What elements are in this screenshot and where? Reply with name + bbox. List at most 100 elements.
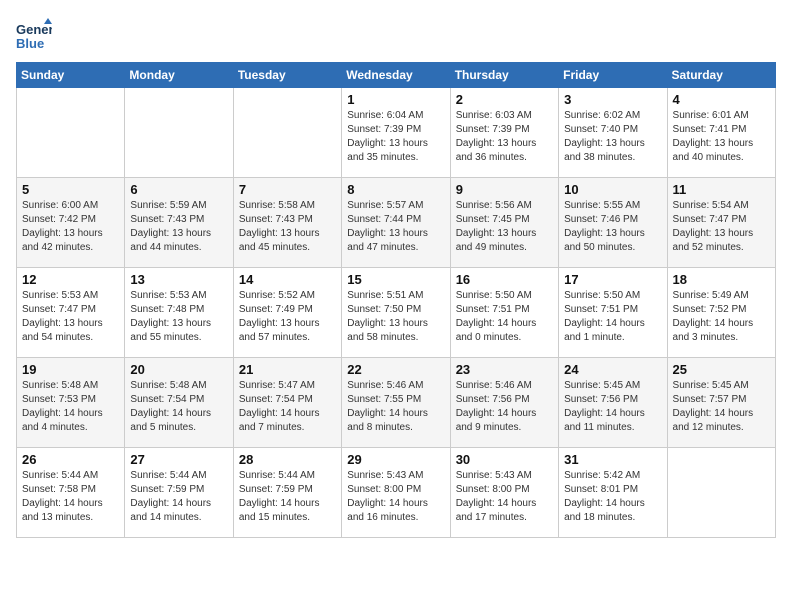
day-number: 29: [347, 452, 444, 467]
day-number: 9: [456, 182, 553, 197]
calendar-table: SundayMondayTuesdayWednesdayThursdayFrid…: [16, 62, 776, 538]
calendar-cell: 10 Sunrise: 5:55 AMSunset: 7:46 PMDayligh…: [559, 178, 667, 268]
day-info: Sunrise: 5:42 AMSunset: 8:01 PMDaylight:…: [564, 469, 661, 525]
day-info: Sunrise: 5:43 AMSunset: 8:00 PMDaylight:…: [347, 469, 444, 525]
calendar-cell: 15 Sunrise: 5:51 AMSunset: 7:50 PMDayligh…: [342, 268, 450, 358]
calendar-cell: 17Sunrise: 5:50 AMSunset: 7:51 PMDayligh…: [559, 268, 667, 358]
weekday-header-monday: Monday: [125, 63, 233, 88]
calendar-cell: 13Sunrise: 5:53 AMSunset: 7:48 PMDayligh…: [125, 268, 233, 358]
calendar-cell: 5 Sunrise: 6:00 AMSunset: 7:42 PMDaylight…: [17, 178, 125, 268]
day-number: 1: [347, 92, 444, 107]
calendar-cell: 20Sunrise: 5:48 AMSunset: 7:54 PMDayligh…: [125, 358, 233, 448]
day-info: Sunrise: 5:46 AMSunset: 7:56 PMDaylight:…: [456, 379, 553, 435]
weekday-header-thursday: Thursday: [450, 63, 558, 88]
day-number: 19: [22, 362, 119, 377]
day-number: 20: [130, 362, 227, 377]
day-info: Sunrise: 5:53 AMSunset: 7:47 PMDaylight:…: [22, 289, 119, 345]
day-info: Sunrise: 5:48 AMSunset: 7:53 PMDaylight:…: [22, 379, 119, 435]
calendar-cell: 22 Sunrise: 5:46 AMSunset: 7:55 PMDayligh…: [342, 358, 450, 448]
day-number: 18: [673, 272, 770, 287]
calendar-cell: 30Sunrise: 5:43 AMSunset: 8:00 PMDayligh…: [450, 448, 558, 538]
calendar-cell: 18 Sunrise: 5:49 AMSunset: 7:52 PMDayligh…: [667, 268, 775, 358]
logo: General Blue: [16, 16, 56, 52]
day-number: 30: [456, 452, 553, 467]
day-info: Sunrise: 5:55 AMSunset: 7:46 PMDaylight:…: [564, 199, 661, 255]
calendar-cell: 2 Sunrise: 6:03 AMSunset: 7:39 PMDaylight…: [450, 88, 558, 178]
calendar-cell: 28Sunrise: 5:44 AMSunset: 7:59 PMDayligh…: [233, 448, 341, 538]
calendar-cell: 19 Sunrise: 5:48 AMSunset: 7:53 PMDayligh…: [17, 358, 125, 448]
day-info: Sunrise: 6:03 AMSunset: 7:39 PMDaylight:…: [456, 109, 553, 165]
day-info: Sunrise: 5:53 AMSunset: 7:48 PMDaylight:…: [130, 289, 227, 345]
calendar-cell: 8 Sunrise: 5:57 AMSunset: 7:44 PMDaylight…: [342, 178, 450, 268]
day-number: 21: [239, 362, 336, 377]
day-info: Sunrise: 5:44 AMSunset: 7:59 PMDaylight:…: [130, 469, 227, 525]
calendar-cell: 9 Sunrise: 5:56 AMSunset: 7:45 PMDaylight…: [450, 178, 558, 268]
calendar-week-5: 26 Sunrise: 5:44 AMSunset: 7:58 PMDayligh…: [17, 448, 776, 538]
calendar-cell: 23 Sunrise: 5:46 AMSunset: 7:56 PMDayligh…: [450, 358, 558, 448]
day-number: 5: [22, 182, 119, 197]
day-number: 2: [456, 92, 553, 107]
day-number: 4: [673, 92, 770, 107]
svg-text:General: General: [16, 22, 52, 37]
day-number: 16: [456, 272, 553, 287]
calendar-week-3: 12Sunrise: 5:53 AMSunset: 7:47 PMDayligh…: [17, 268, 776, 358]
calendar-cell: 27Sunrise: 5:44 AMSunset: 7:59 PMDayligh…: [125, 448, 233, 538]
day-number: 3: [564, 92, 661, 107]
page-header: General Blue: [16, 16, 776, 52]
weekday-header-saturday: Saturday: [667, 63, 775, 88]
day-number: 22: [347, 362, 444, 377]
day-number: 23: [456, 362, 553, 377]
svg-text:Blue: Blue: [16, 36, 44, 51]
calendar-cell: 12Sunrise: 5:53 AMSunset: 7:47 PMDayligh…: [17, 268, 125, 358]
calendar-cell: [17, 88, 125, 178]
day-number: 7: [239, 182, 336, 197]
day-info: Sunrise: 5:56 AMSunset: 7:45 PMDaylight:…: [456, 199, 553, 255]
weekday-header-tuesday: Tuesday: [233, 63, 341, 88]
day-number: 31: [564, 452, 661, 467]
calendar-cell: 31 Sunrise: 5:42 AMSunset: 8:01 PMDayligh…: [559, 448, 667, 538]
day-number: 14: [239, 272, 336, 287]
calendar-week-2: 5 Sunrise: 6:00 AMSunset: 7:42 PMDaylight…: [17, 178, 776, 268]
day-info: Sunrise: 5:50 AMSunset: 7:51 PMDaylight:…: [564, 289, 661, 345]
weekday-header-wednesday: Wednesday: [342, 63, 450, 88]
day-number: 24: [564, 362, 661, 377]
calendar-cell: 29 Sunrise: 5:43 AMSunset: 8:00 PMDayligh…: [342, 448, 450, 538]
day-info: Sunrise: 5:51 AMSunset: 7:50 PMDaylight:…: [347, 289, 444, 345]
day-number: 26: [22, 452, 119, 467]
weekday-header-row: SundayMondayTuesdayWednesdayThursdayFrid…: [17, 63, 776, 88]
calendar-cell: 24 Sunrise: 5:45 AMSunset: 7:56 PMDayligh…: [559, 358, 667, 448]
day-info: Sunrise: 6:04 AMSunset: 7:39 PMDaylight:…: [347, 109, 444, 165]
day-number: 15: [347, 272, 444, 287]
day-info: Sunrise: 5:47 AMSunset: 7:54 PMDaylight:…: [239, 379, 336, 435]
calendar-cell: [233, 88, 341, 178]
day-number: 8: [347, 182, 444, 197]
day-number: 11: [673, 182, 770, 197]
day-info: Sunrise: 5:49 AMSunset: 7:52 PMDaylight:…: [673, 289, 770, 345]
day-info: Sunrise: 6:00 AMSunset: 7:42 PMDaylight:…: [22, 199, 119, 255]
calendar-cell: 3 Sunrise: 6:02 AMSunset: 7:40 PMDaylight…: [559, 88, 667, 178]
day-info: Sunrise: 5:44 AMSunset: 7:59 PMDaylight:…: [239, 469, 336, 525]
calendar-cell: 21 Sunrise: 5:47 AMSunset: 7:54 PMDayligh…: [233, 358, 341, 448]
day-info: Sunrise: 5:44 AMSunset: 7:58 PMDaylight:…: [22, 469, 119, 525]
day-info: Sunrise: 5:45 AMSunset: 7:57 PMDaylight:…: [673, 379, 770, 435]
day-info: Sunrise: 5:57 AMSunset: 7:44 PMDaylight:…: [347, 199, 444, 255]
weekday-header-friday: Friday: [559, 63, 667, 88]
calendar-cell: [125, 88, 233, 178]
calendar-week-1: 1 Sunrise: 6:04 AMSunset: 7:39 PMDaylight…: [17, 88, 776, 178]
day-info: Sunrise: 5:45 AMSunset: 7:56 PMDaylight:…: [564, 379, 661, 435]
calendar-cell: 7 Sunrise: 5:58 AMSunset: 7:43 PMDaylight…: [233, 178, 341, 268]
day-number: 25: [673, 362, 770, 377]
day-info: Sunrise: 5:58 AMSunset: 7:43 PMDaylight:…: [239, 199, 336, 255]
day-info: Sunrise: 5:46 AMSunset: 7:55 PMDaylight:…: [347, 379, 444, 435]
day-info: Sunrise: 5:50 AMSunset: 7:51 PMDaylight:…: [456, 289, 553, 345]
day-number: 10: [564, 182, 661, 197]
logo-icon: General Blue: [16, 16, 52, 52]
day-info: Sunrise: 6:02 AMSunset: 7:40 PMDaylight:…: [564, 109, 661, 165]
weekday-header-sunday: Sunday: [17, 63, 125, 88]
calendar-cell: 26 Sunrise: 5:44 AMSunset: 7:58 PMDayligh…: [17, 448, 125, 538]
calendar-cell: 11Sunrise: 5:54 AMSunset: 7:47 PMDayligh…: [667, 178, 775, 268]
calendar-cell: 14Sunrise: 5:52 AMSunset: 7:49 PMDayligh…: [233, 268, 341, 358]
calendar-cell: 4Sunrise: 6:01 AMSunset: 7:41 PMDaylight…: [667, 88, 775, 178]
day-info: Sunrise: 5:59 AMSunset: 7:43 PMDaylight:…: [130, 199, 227, 255]
calendar-cell: 6Sunrise: 5:59 AMSunset: 7:43 PMDaylight…: [125, 178, 233, 268]
